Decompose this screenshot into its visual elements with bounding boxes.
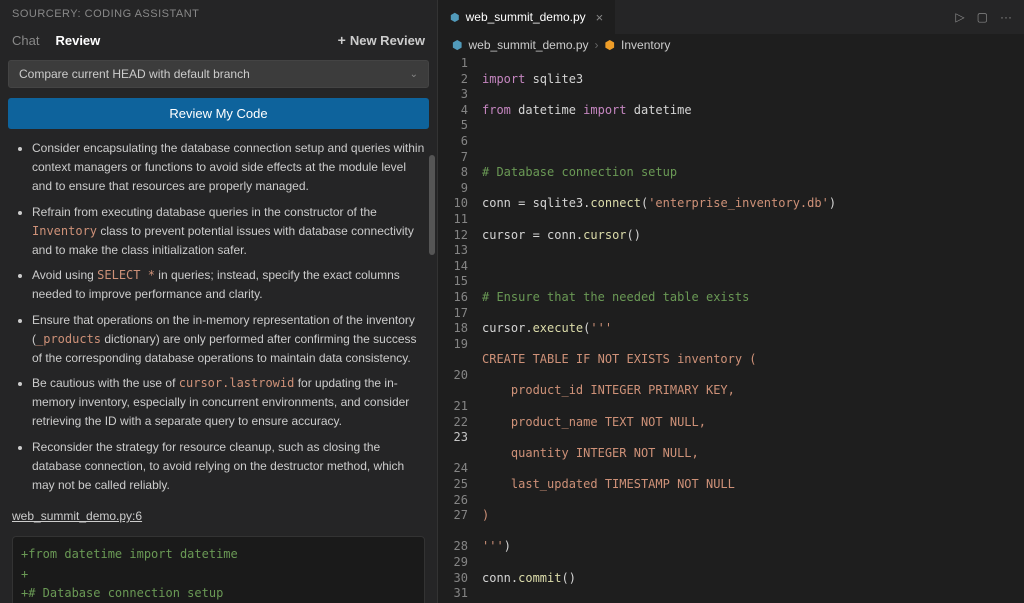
tab-chat[interactable]: Chat [12,33,39,48]
review-item: Ensure that operations on the in-memory … [32,311,425,369]
python-file-icon: ⬢ [452,38,462,52]
editor-tab-active[interactable]: ⬢ web_summit_demo.py × [438,0,616,34]
review-item: Be cautious with the use of cursor.lastr… [32,374,425,432]
review-my-code-button[interactable]: Review My Code [8,98,429,129]
breadcrumb-item: Inventory [621,38,670,52]
python-file-icon: ⬢ [450,11,460,24]
new-review-button[interactable]: + New Review [338,32,425,48]
review-results: Consider encapsulating the database conn… [0,135,437,603]
file-location-link[interactable]: web_summit_demo.py:6 [12,507,425,526]
diff-line: + [21,565,416,584]
compare-dropdown[interactable]: Compare current HEAD with default branch… [8,60,429,88]
panel-tabs: Chat Review + New Review [0,28,437,56]
sourcery-panel: SOURCERY: CODING ASSISTANT Chat Review +… [0,0,438,603]
breadcrumb[interactable]: ⬢ web_summit_demo.py › ⬢ Inventory [438,34,1024,56]
tab-filename: web_summit_demo.py [466,10,586,24]
diff-line: +from datetime import datetime [21,545,416,564]
compare-label: Compare current HEAD with default branch [19,67,250,81]
split-editor-icon[interactable]: ▢ [977,10,988,24]
run-icon[interactable]: ▷ [955,10,964,24]
editor-actions: ▷ ▢ ··· [943,0,1024,34]
more-actions-icon[interactable]: ··· [1000,10,1012,24]
panel-title: SOURCERY: CODING ASSISTANT [0,0,437,28]
chevron-down-icon: ⌄ [410,69,418,80]
diff-preview: +from datetime import datetime + +# Data… [12,536,425,603]
review-item: Reconsider the strategy for resource cle… [32,438,425,496]
breadcrumb-file: web_summit_demo.py [468,38,588,52]
editor-tabbar: ⬢ web_summit_demo.py × ▷ ▢ ··· [438,0,1024,34]
tab-review[interactable]: Review [55,33,100,48]
code-editor[interactable]: 123 456 789 101112 131415 161718 1920 21… [438,56,1024,603]
review-item: Consider encapsulating the database conn… [32,139,425,197]
review-item: Refrain from executing database queries … [32,203,425,261]
plus-icon: + [338,32,346,48]
code-content[interactable]: import sqlite3 from datetime import date… [482,56,1024,603]
diff-line: +# Database connection setup [21,584,416,603]
class-icon: ⬢ [605,38,615,52]
scrollbar-thumb[interactable] [429,155,435,255]
review-item: Avoid using SELECT * in queries; instead… [32,266,425,304]
line-gutter: 123 456 789 101112 131415 161718 1920 21… [438,56,482,603]
new-review-label: New Review [350,33,425,48]
chevron-right-icon: › [595,38,599,52]
close-icon[interactable]: × [596,10,604,25]
editor-panel: ⬢ web_summit_demo.py × ▷ ▢ ··· ⬢ web_sum… [438,0,1024,603]
